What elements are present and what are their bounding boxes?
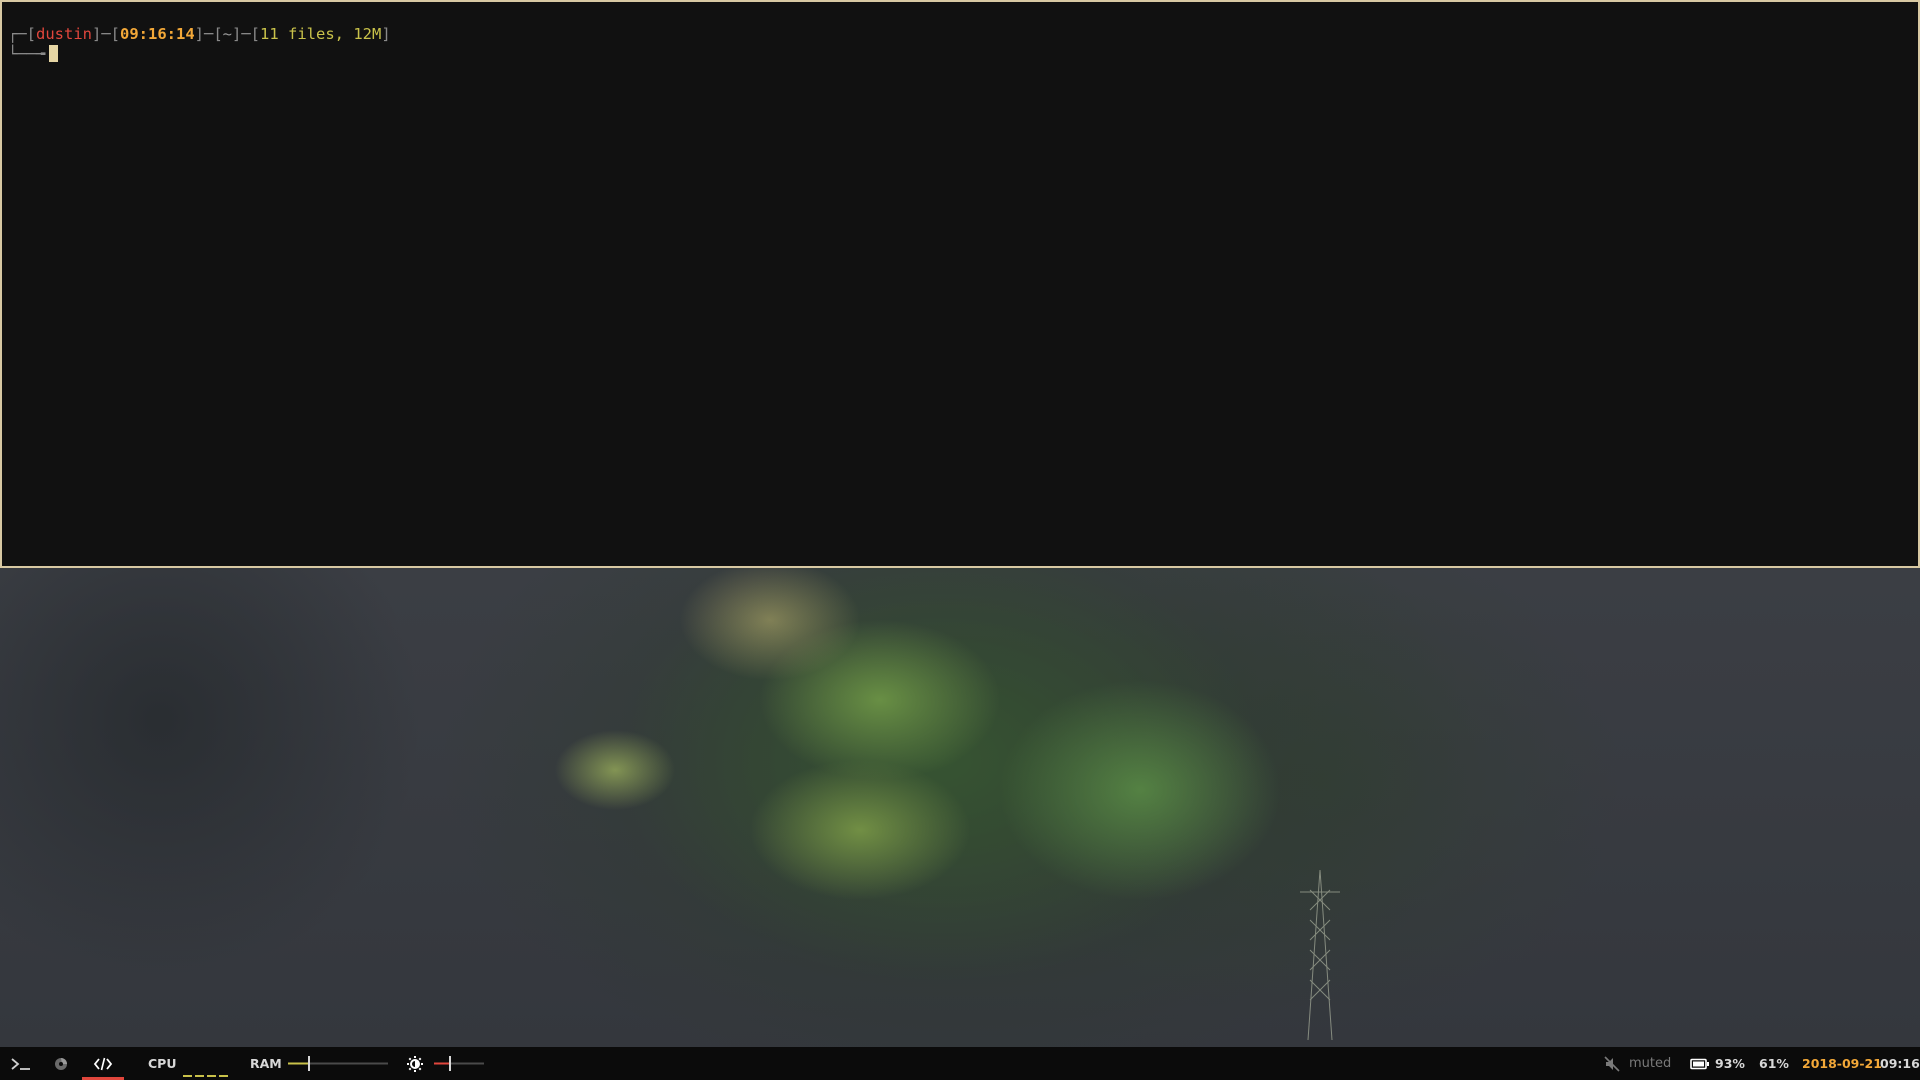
input-line[interactable]: └──╼: [8, 44, 59, 64]
cpu-graph: [182, 1047, 232, 1080]
battery-percent: 93%: [1715, 1056, 1745, 1071]
ram-bar: [288, 1047, 392, 1080]
tag-terminal[interactable]: [10, 1047, 32, 1080]
code-icon: [93, 1056, 113, 1072]
terminal-icon: [10, 1056, 32, 1072]
prompt-corner-top: ┌─: [8, 25, 27, 43]
taskbar: CPU RAM muted 93% 61% 2018-09-21 09:16: [0, 1047, 1920, 1080]
prompt-user: dustin: [36, 25, 93, 43]
brightness-icon[interactable]: [406, 1047, 424, 1080]
terminal-window[interactable]: ┌─[dustin]─[09:16:14]─[~]─[11 files, 12M…: [0, 0, 1920, 568]
prompt-file-summary: 11 files, 12M: [260, 25, 382, 43]
clock-text[interactable]: 09:16: [1880, 1047, 1920, 1080]
cpu-label: CPU: [148, 1056, 177, 1071]
prompt-corner-bottom: └──╼: [8, 45, 46, 63]
prompt-time: 09:16:14: [120, 25, 195, 43]
desktop: ┌─[dustin]─[09:16:14]─[~]─[11 files, 12M…: [0, 0, 1920, 1047]
prompt-line: ┌─[dustin]─[09:16:14]─[~]─[11 files, 12M…: [8, 25, 391, 43]
text-cursor: [49, 45, 59, 62]
power-tower-image: [1300, 870, 1340, 1040]
firefox-icon: [53, 1056, 69, 1072]
ram-label: RAM: [250, 1056, 282, 1071]
date-text[interactable]: 2018-09-21: [1802, 1047, 1882, 1080]
volume-muted-icon[interactable]: [1604, 1047, 1620, 1080]
battery-icon: [1690, 1047, 1710, 1080]
prompt-dir: ~: [222, 25, 233, 43]
brightness-slider[interactable]: [434, 1047, 486, 1080]
volume-status[interactable]: muted: [1629, 1047, 1671, 1080]
tag-code[interactable]: [93, 1047, 113, 1080]
tag-browser[interactable]: [53, 1047, 69, 1080]
brightness-percent: 61%: [1759, 1056, 1789, 1071]
